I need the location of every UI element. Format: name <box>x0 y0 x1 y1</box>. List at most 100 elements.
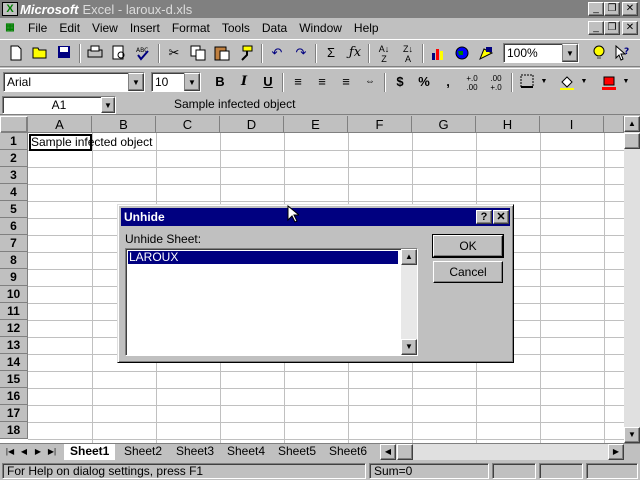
help-pointer-icon[interactable]: ? <box>611 43 633 64</box>
column-header[interactable]: C <box>156 116 220 133</box>
column-header[interactable] <box>604 116 624 133</box>
italic-button[interactable]: I <box>233 72 255 93</box>
sheet-tab-sheet4[interactable]: Sheet4 <box>221 444 271 460</box>
menu-data[interactable]: Data <box>256 19 293 37</box>
horizontal-scrollbar[interactable]: ◀ ▶ <box>380 444 624 460</box>
sort-descending-icon[interactable]: Z↓ A <box>397 43 419 64</box>
chevron-down-icon[interactable]: ▼ <box>562 44 578 62</box>
autosum-icon[interactable]: Σ <box>320 43 342 64</box>
format-painter-icon[interactable] <box>235 43 257 64</box>
copy-icon[interactable] <box>187 43 209 64</box>
map-icon[interactable] <box>451 43 473 64</box>
doc-restore-button[interactable]: ❐ <box>604 21 620 35</box>
menu-view[interactable]: View <box>86 19 124 37</box>
column-header[interactable]: H <box>476 116 540 133</box>
row-header[interactable]: 1 <box>0 133 28 150</box>
paste-icon[interactable] <box>211 43 233 64</box>
percent-icon[interactable]: % <box>413 72 435 93</box>
save-icon[interactable] <box>53 43 75 64</box>
list-item[interactable]: LAROUX <box>127 250 399 265</box>
hidden-sheet-list[interactable]: LAROUX ▲ ▼ <box>125 248 418 356</box>
row-header[interactable]: 16 <box>0 388 28 405</box>
last-sheet-icon[interactable]: ▶| <box>46 445 58 460</box>
sheet-tab-sheet2[interactable]: Sheet2 <box>118 444 168 460</box>
row-header[interactable]: 3 <box>0 167 28 184</box>
chevron-down-icon[interactable]: ▼ <box>101 97 115 113</box>
row-header[interactable]: 4 <box>0 184 28 201</box>
ok-button[interactable]: OK <box>432 234 504 258</box>
row-header[interactable]: 18 <box>0 422 28 439</box>
next-sheet-icon[interactable]: ▶ <box>32 445 44 460</box>
doc-close-button[interactable]: ✕ <box>622 21 638 35</box>
chevron-down-icon[interactable]: ▼ <box>578 72 590 93</box>
underline-button[interactable]: U <box>257 72 279 93</box>
print-icon[interactable] <box>84 43 106 64</box>
align-center-icon[interactable]: ≡ <box>311 72 333 93</box>
menu-format[interactable]: Format <box>166 19 216 37</box>
undo-icon[interactable]: ↶ <box>266 43 288 64</box>
align-left-icon[interactable]: ≡ <box>287 72 309 93</box>
row-header[interactable]: 17 <box>0 405 28 422</box>
scroll-thumb[interactable] <box>624 133 640 149</box>
column-header[interactable]: I <box>540 116 604 133</box>
column-header[interactable]: G <box>412 116 476 133</box>
sheet-tab-sheet3[interactable]: Sheet3 <box>170 444 220 460</box>
chevron-down-icon[interactable]: ▼ <box>184 73 200 91</box>
function-wizard-icon[interactable]: ƒx <box>344 43 366 64</box>
drawing-icon[interactable] <box>475 43 497 64</box>
workbook-control-icon[interactable]: ▦ <box>2 21 18 35</box>
new-icon[interactable] <box>5 43 27 64</box>
row-header[interactable]: 14 <box>0 354 28 371</box>
dialog-close-button[interactable]: ✕ <box>493 210 509 224</box>
spelling-icon[interactable]: ABC <box>132 43 154 64</box>
currency-icon[interactable]: $ <box>389 72 411 93</box>
menu-window[interactable]: Window <box>293 19 348 37</box>
row-header[interactable]: 15 <box>0 371 28 388</box>
scroll-down-icon[interactable]: ▼ <box>624 427 640 443</box>
row-header[interactable]: 6 <box>0 218 28 235</box>
font-name-select[interactable]: Arial ▼ <box>3 72 145 92</box>
sheet-tab-sheet5[interactable]: Sheet5 <box>272 444 322 460</box>
chevron-down-icon[interactable]: ▼ <box>538 72 550 93</box>
help-button[interactable]: ? <box>476 210 492 224</box>
scroll-thumb[interactable] <box>397 444 413 460</box>
first-sheet-icon[interactable]: |◀ <box>4 445 16 460</box>
chevron-down-icon[interactable]: ▼ <box>128 73 144 91</box>
row-header[interactable]: 13 <box>0 337 28 354</box>
tip-wizard-icon[interactable] <box>588 43 610 64</box>
zoom-select[interactable]: 100% ▼ <box>503 43 579 63</box>
scroll-down-icon[interactable]: ▼ <box>401 339 417 355</box>
font-color-icon[interactable] <box>598 72 620 93</box>
excel-app-icon[interactable]: X <box>2 2 18 16</box>
fill-color-icon[interactable] <box>556 72 578 93</box>
select-all-corner[interactable] <box>0 116 28 133</box>
redo-icon[interactable]: ↷ <box>290 43 312 64</box>
column-header[interactable]: E <box>284 116 348 133</box>
column-header[interactable]: F <box>348 116 412 133</box>
vertical-scrollbar[interactable]: ▲ ▼ <box>624 116 640 443</box>
close-button[interactable]: ✕ <box>622 2 638 16</box>
minimize-button[interactable]: _ <box>588 2 604 16</box>
menu-file[interactable]: File <box>22 19 53 37</box>
menu-help[interactable]: Help <box>348 19 385 37</box>
increase-decimal-icon[interactable]: +.0.00 <box>461 72 483 93</box>
scroll-up-icon[interactable]: ▲ <box>401 249 417 265</box>
scroll-left-icon[interactable]: ◀ <box>380 444 396 460</box>
row-header[interactable]: 5 <box>0 201 28 218</box>
row-header[interactable]: 7 <box>0 235 28 252</box>
decrease-decimal-icon[interactable]: .00 +.0 <box>485 72 507 93</box>
column-header[interactable]: D <box>220 116 284 133</box>
font-size-select[interactable]: 10 ▼ <box>151 72 201 92</box>
menu-tools[interactable]: Tools <box>216 19 256 37</box>
sheet-tab-sheet1[interactable]: Sheet1 <box>64 444 116 460</box>
align-right-icon[interactable]: ≡ <box>335 72 357 93</box>
scroll-up-icon[interactable]: ▲ <box>624 116 640 132</box>
sort-ascending-icon[interactable]: A↓ Z <box>373 43 395 64</box>
restore-button[interactable]: ❐ <box>604 2 620 16</box>
column-header[interactable]: A <box>28 116 92 133</box>
list-scrollbar[interactable]: ▲ ▼ <box>401 249 417 355</box>
formula-input[interactable]: Sample infected object <box>170 96 638 114</box>
bold-button[interactable]: B <box>209 72 231 93</box>
row-header[interactable]: 12 <box>0 320 28 337</box>
chart-wizard-icon[interactable] <box>427 43 449 64</box>
